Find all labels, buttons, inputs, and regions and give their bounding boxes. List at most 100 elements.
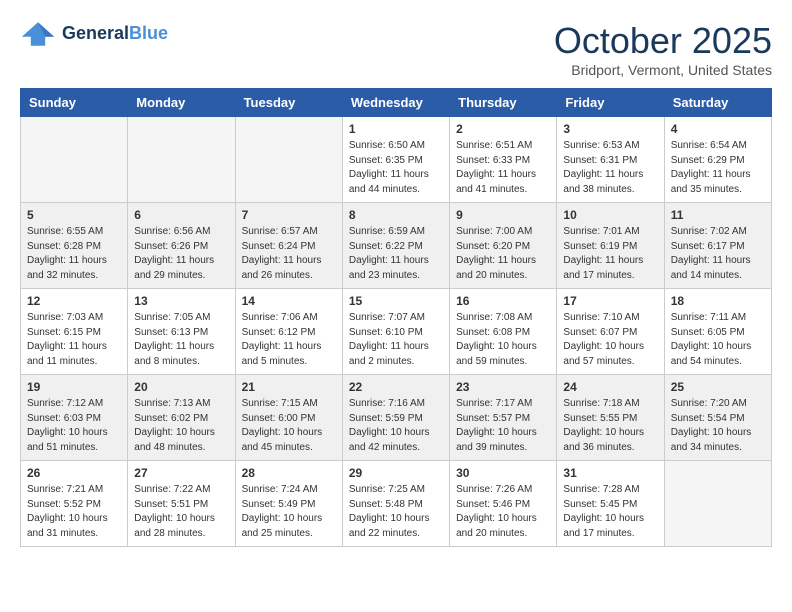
day-number: 10 xyxy=(563,208,657,222)
weekday-header-sunday: Sunday xyxy=(21,89,128,117)
day-number: 26 xyxy=(27,466,121,480)
day-number: 13 xyxy=(134,294,228,308)
day-number: 14 xyxy=(242,294,336,308)
day-number: 5 xyxy=(27,208,121,222)
weekday-header-thursday: Thursday xyxy=(450,89,557,117)
calendar-cell xyxy=(235,117,342,203)
weekday-header-row: SundayMondayTuesdayWednesdayThursdayFrid… xyxy=(21,89,772,117)
day-number: 4 xyxy=(671,122,765,136)
calendar-header: SundayMondayTuesdayWednesdayThursdayFrid… xyxy=(21,89,772,117)
day-info: Sunrise: 6:57 AM Sunset: 6:24 PM Dayligh… xyxy=(242,225,336,283)
location-subtitle: Bridport, Vermont, United States xyxy=(554,62,772,78)
day-info: Sunrise: 7:05 AM Sunset: 6:13 PM Dayligh… xyxy=(134,311,228,369)
month-title: October 2025 xyxy=(554,20,772,62)
day-number: 15 xyxy=(349,294,443,308)
calendar-cell: 31 Sunrise: 7:28 AM Sunset: 5:45 PM Dayli… xyxy=(557,461,664,547)
day-info: Sunrise: 7:22 AM Sunset: 5:51 PM Dayligh… xyxy=(134,483,228,541)
day-info: Sunrise: 7:13 AM Sunset: 6:02 PM Dayligh… xyxy=(134,397,228,455)
day-number: 1 xyxy=(349,122,443,136)
day-info: Sunrise: 6:55 AM Sunset: 6:28 PM Dayligh… xyxy=(27,225,121,283)
day-info: Sunrise: 7:18 AM Sunset: 5:55 PM Dayligh… xyxy=(563,397,657,455)
day-info: Sunrise: 6:59 AM Sunset: 6:22 PM Dayligh… xyxy=(349,225,443,283)
calendar-cell: 29Sunrise: 7:25 AM Sunset: 5:48 PM Dayli… xyxy=(342,461,449,547)
calendar-cell: 15 Sunrise: 7:07 AM Sunset: 6:10 PM Dayli… xyxy=(342,289,449,375)
weekday-header-saturday: Saturday xyxy=(664,89,771,117)
day-info: Sunrise: 7:28 AM Sunset: 5:45 PM Dayligh… xyxy=(563,483,657,541)
day-number: 31 xyxy=(563,466,657,480)
calendar-cell: 12 Sunrise: 7:03 AM Sunset: 6:15 PM Dayli… xyxy=(21,289,128,375)
calendar-cell: 22Sunrise: 7:16 AM Sunset: 5:59 PM Dayli… xyxy=(342,375,449,461)
day-info: Sunrise: 7:25 AM Sunset: 5:48 PM Dayligh… xyxy=(349,483,443,541)
calendar-cell: 24Sunrise: 7:18 AM Sunset: 5:55 PM Dayli… xyxy=(557,375,664,461)
day-number: 19 xyxy=(27,380,121,394)
calendar-cell: 21Sunrise: 7:15 AM Sunset: 6:00 PM Dayli… xyxy=(235,375,342,461)
calendar-cell: 17Sunrise: 7:10 AM Sunset: 6:07 PM Dayli… xyxy=(557,289,664,375)
day-number: 25 xyxy=(671,380,765,394)
calendar-week-row: 5 Sunrise: 6:55 AM Sunset: 6:28 PM Daylig… xyxy=(21,203,772,289)
calendar-body: 1 Sunrise: 6:50 AM Sunset: 6:35 PM Daylig… xyxy=(21,117,772,547)
day-info: Sunrise: 7:12 AM Sunset: 6:03 PM Dayligh… xyxy=(27,397,121,455)
logo-text: GeneralBlue xyxy=(62,23,168,45)
day-number: 17 xyxy=(563,294,657,308)
day-info: Sunrise: 7:08 AM Sunset: 6:08 PM Dayligh… xyxy=(456,311,550,369)
day-info: Sunrise: 6:51 AM Sunset: 6:33 PM Dayligh… xyxy=(456,139,550,197)
calendar-cell: 23 Sunrise: 7:17 AM Sunset: 5:57 PM Dayli… xyxy=(450,375,557,461)
day-number: 27 xyxy=(134,466,228,480)
day-number: 11 xyxy=(671,208,765,222)
day-info: Sunrise: 7:06 AM Sunset: 6:12 PM Dayligh… xyxy=(242,311,336,369)
day-info: Sunrise: 6:56 AM Sunset: 6:26 PM Dayligh… xyxy=(134,225,228,283)
day-info: Sunrise: 7:02 AM Sunset: 6:17 PM Dayligh… xyxy=(671,225,765,283)
calendar-cell: 3 Sunrise: 6:53 AM Sunset: 6:31 PM Daylig… xyxy=(557,117,664,203)
day-number: 12 xyxy=(27,294,121,308)
calendar-table: SundayMondayTuesdayWednesdayThursdayFrid… xyxy=(20,88,772,547)
calendar-cell: 8Sunrise: 6:59 AM Sunset: 6:22 PM Daylig… xyxy=(342,203,449,289)
calendar-cell xyxy=(128,117,235,203)
calendar-cell: 2 Sunrise: 6:51 AM Sunset: 6:33 PM Daylig… xyxy=(450,117,557,203)
calendar-cell: 4 Sunrise: 6:54 AM Sunset: 6:29 PM Daylig… xyxy=(664,117,771,203)
calendar-cell: 19 Sunrise: 7:12 AM Sunset: 6:03 PM Dayli… xyxy=(21,375,128,461)
day-info: Sunrise: 7:24 AM Sunset: 5:49 PM Dayligh… xyxy=(242,483,336,541)
calendar-cell: 13 Sunrise: 7:05 AM Sunset: 6:13 PM Dayli… xyxy=(128,289,235,375)
calendar-cell: 1 Sunrise: 6:50 AM Sunset: 6:35 PM Daylig… xyxy=(342,117,449,203)
calendar-cell: 11 Sunrise: 7:02 AM Sunset: 6:17 PM Dayli… xyxy=(664,203,771,289)
day-info: Sunrise: 7:17 AM Sunset: 5:57 PM Dayligh… xyxy=(456,397,550,455)
calendar-week-row: 26Sunrise: 7:21 AM Sunset: 5:52 PM Dayli… xyxy=(21,461,772,547)
calendar-week-row: 19 Sunrise: 7:12 AM Sunset: 6:03 PM Dayli… xyxy=(21,375,772,461)
calendar-cell: 20Sunrise: 7:13 AM Sunset: 6:02 PM Dayli… xyxy=(128,375,235,461)
day-number: 7 xyxy=(242,208,336,222)
calendar-cell: 27 Sunrise: 7:22 AM Sunset: 5:51 PM Dayli… xyxy=(128,461,235,547)
calendar-cell: 14 Sunrise: 7:06 AM Sunset: 6:12 PM Dayli… xyxy=(235,289,342,375)
calendar-cell: 9Sunrise: 7:00 AM Sunset: 6:20 PM Daylig… xyxy=(450,203,557,289)
calendar-cell: 28Sunrise: 7:24 AM Sunset: 5:49 PM Dayli… xyxy=(235,461,342,547)
day-info: Sunrise: 7:20 AM Sunset: 5:54 PM Dayligh… xyxy=(671,397,765,455)
calendar-cell xyxy=(664,461,771,547)
calendar-cell: 16Sunrise: 7:08 AM Sunset: 6:08 PM Dayli… xyxy=(450,289,557,375)
calendar-cell: 26Sunrise: 7:21 AM Sunset: 5:52 PM Dayli… xyxy=(21,461,128,547)
calendar-cell: 6 Sunrise: 6:56 AM Sunset: 6:26 PM Daylig… xyxy=(128,203,235,289)
calendar-cell: 10 Sunrise: 7:01 AM Sunset: 6:19 PM Dayli… xyxy=(557,203,664,289)
day-info: Sunrise: 7:26 AM Sunset: 5:46 PM Dayligh… xyxy=(456,483,550,541)
weekday-header-monday: Monday xyxy=(128,89,235,117)
day-info: Sunrise: 7:07 AM Sunset: 6:10 PM Dayligh… xyxy=(349,311,443,369)
title-block: October 2025 Bridport, Vermont, United S… xyxy=(554,20,772,78)
day-info: Sunrise: 6:53 AM Sunset: 6:31 PM Dayligh… xyxy=(563,139,657,197)
calendar-cell: 25 Sunrise: 7:20 AM Sunset: 5:54 PM Dayli… xyxy=(664,375,771,461)
day-number: 22 xyxy=(349,380,443,394)
day-number: 18 xyxy=(671,294,765,308)
calendar-cell: 5 Sunrise: 6:55 AM Sunset: 6:28 PM Daylig… xyxy=(21,203,128,289)
day-info: Sunrise: 6:50 AM Sunset: 6:35 PM Dayligh… xyxy=(349,139,443,197)
day-info: Sunrise: 7:03 AM Sunset: 6:15 PM Dayligh… xyxy=(27,311,121,369)
weekday-header-friday: Friday xyxy=(557,89,664,117)
page-header: GeneralBlue October 2025 Bridport, Vermo… xyxy=(20,20,772,78)
logo: GeneralBlue xyxy=(20,20,168,48)
day-info: Sunrise: 6:54 AM Sunset: 6:29 PM Dayligh… xyxy=(671,139,765,197)
day-number: 3 xyxy=(563,122,657,136)
day-number: 2 xyxy=(456,122,550,136)
day-info: Sunrise: 7:01 AM Sunset: 6:19 PM Dayligh… xyxy=(563,225,657,283)
day-number: 6 xyxy=(134,208,228,222)
logo-icon xyxy=(20,20,56,48)
day-info: Sunrise: 7:15 AM Sunset: 6:00 PM Dayligh… xyxy=(242,397,336,455)
weekday-header-wednesday: Wednesday xyxy=(342,89,449,117)
day-number: 23 xyxy=(456,380,550,394)
calendar-cell xyxy=(21,117,128,203)
